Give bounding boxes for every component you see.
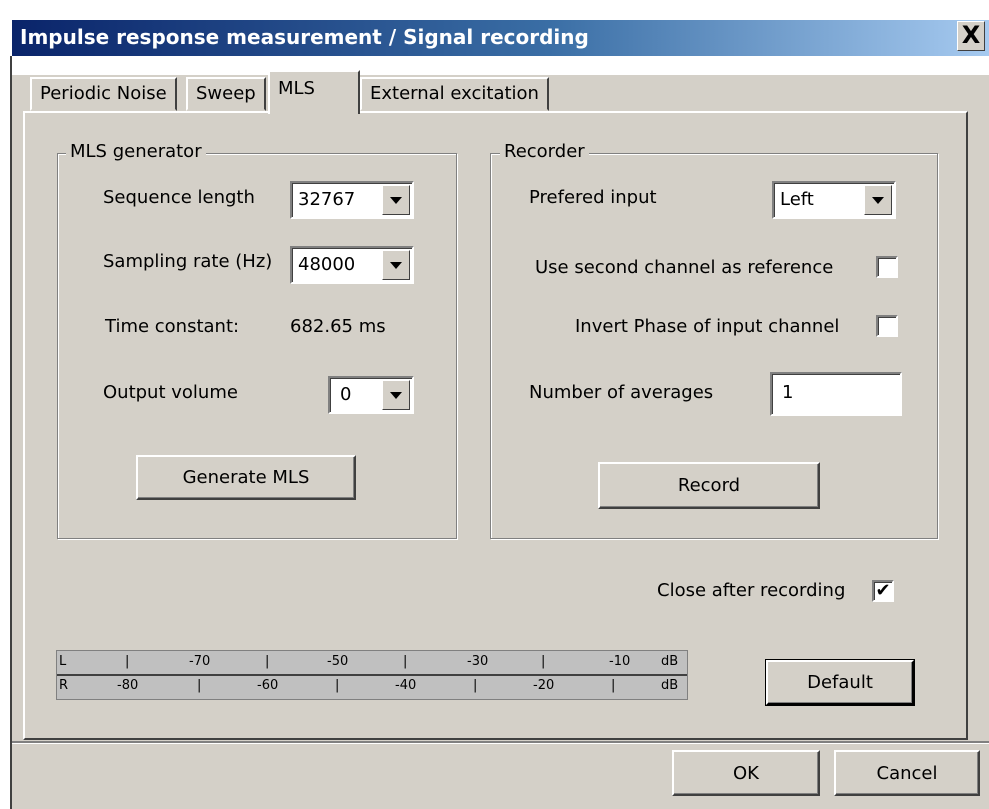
tab-periodic-noise[interactable]: Periodic Noise (30, 77, 177, 111)
meter-unit-top: dB (661, 654, 679, 669)
generate-mls-button[interactable]: Generate MLS (136, 455, 356, 500)
output-volume-value: 0 (340, 384, 352, 405)
close-after-recording-label: Close after recording (657, 580, 846, 601)
sequence-length-value: 32767 (298, 189, 356, 210)
default-label: Default (807, 672, 873, 693)
close-after-recording-checkbox[interactable]: ✔ (872, 580, 894, 602)
prefered-input-label: Prefered input (529, 187, 657, 208)
meter-label-bottom: -80 (117, 678, 139, 693)
meter-label-bottom: -40 (395, 678, 417, 693)
averages-input[interactable]: 1 (770, 372, 902, 416)
meter-left-channel: L (59, 654, 67, 669)
meter-tick: | (125, 654, 130, 669)
tab-sweep[interactable]: Sweep (186, 77, 266, 111)
generate-mls-label: Generate MLS (182, 467, 310, 488)
meter-label-top: -10 (609, 654, 631, 669)
meter-right-channel: R (59, 678, 69, 693)
meter-label-top: -30 (467, 654, 489, 669)
chevron-down-icon[interactable] (382, 185, 410, 215)
meter-tick: | (265, 654, 270, 669)
separator-highlight (12, 743, 989, 744)
averages-label: Number of averages (529, 382, 714, 403)
meter-divider (57, 674, 687, 676)
chevron-down-icon[interactable] (382, 380, 410, 410)
meter-label-top: -50 (327, 654, 349, 669)
chevron-down-icon[interactable] (864, 185, 892, 215)
meter-tick: | (611, 678, 616, 693)
output-volume-label: Output volume (103, 382, 238, 403)
cancel-label: Cancel (876, 762, 938, 784)
meter-tick: | (541, 654, 546, 669)
invert-phase-checkbox[interactable] (876, 315, 898, 337)
time-constant-label: Time constant: (105, 316, 240, 337)
chevron-down-icon[interactable] (382, 250, 410, 280)
output-volume-select[interactable]: 0 (328, 376, 414, 414)
cancel-button[interactable]: Cancel (834, 750, 980, 796)
prefered-input-value: Left (780, 189, 814, 210)
second-channel-label: Use second channel as reference (535, 257, 834, 278)
meter-tick: | (197, 678, 202, 693)
sampling-rate-value: 48000 (298, 254, 356, 275)
window-title: Impulse response measurement / Signal re… (20, 25, 589, 49)
meter-tick: | (335, 678, 340, 693)
meter-tick: | (403, 654, 408, 669)
default-button[interactable]: Default (765, 659, 915, 706)
sampling-rate-label: Sampling rate (Hz) (103, 251, 273, 272)
meter-unit-bottom: dB (661, 678, 679, 693)
second-channel-checkbox[interactable] (876, 256, 898, 278)
ok-label: OK (733, 762, 759, 784)
tab-mls[interactable]: MLS (268, 70, 360, 114)
time-constant-value: 682.65 ms (290, 316, 386, 337)
window-frame-left-shadow (10, 56, 12, 809)
meter-label-bottom: -60 (257, 678, 279, 693)
sequence-length-select[interactable]: 32767 (290, 181, 414, 219)
record-button[interactable]: Record (598, 462, 820, 509)
level-meter: L R | -70 | -50 | -30 | -10 dB -80 | -60… (56, 650, 688, 700)
record-label: Record (677, 475, 741, 496)
meter-tick: | (473, 678, 478, 693)
recorder-title: Recorder (500, 141, 589, 162)
sampling-rate-select[interactable]: 48000 (290, 246, 414, 284)
mls-generator-title: MLS generator (66, 141, 206, 162)
meter-label-top: -70 (189, 654, 211, 669)
close-button[interactable]: X (957, 21, 985, 51)
sequence-length-label: Sequence length (103, 187, 255, 208)
meter-label-bottom: -20 (533, 678, 555, 693)
prefered-input-select[interactable]: Left (772, 181, 896, 219)
invert-phase-label: Invert Phase of input channel (575, 316, 840, 337)
ok-button[interactable]: OK (672, 750, 820, 796)
tab-external-excitation[interactable]: External excitation (360, 77, 549, 111)
